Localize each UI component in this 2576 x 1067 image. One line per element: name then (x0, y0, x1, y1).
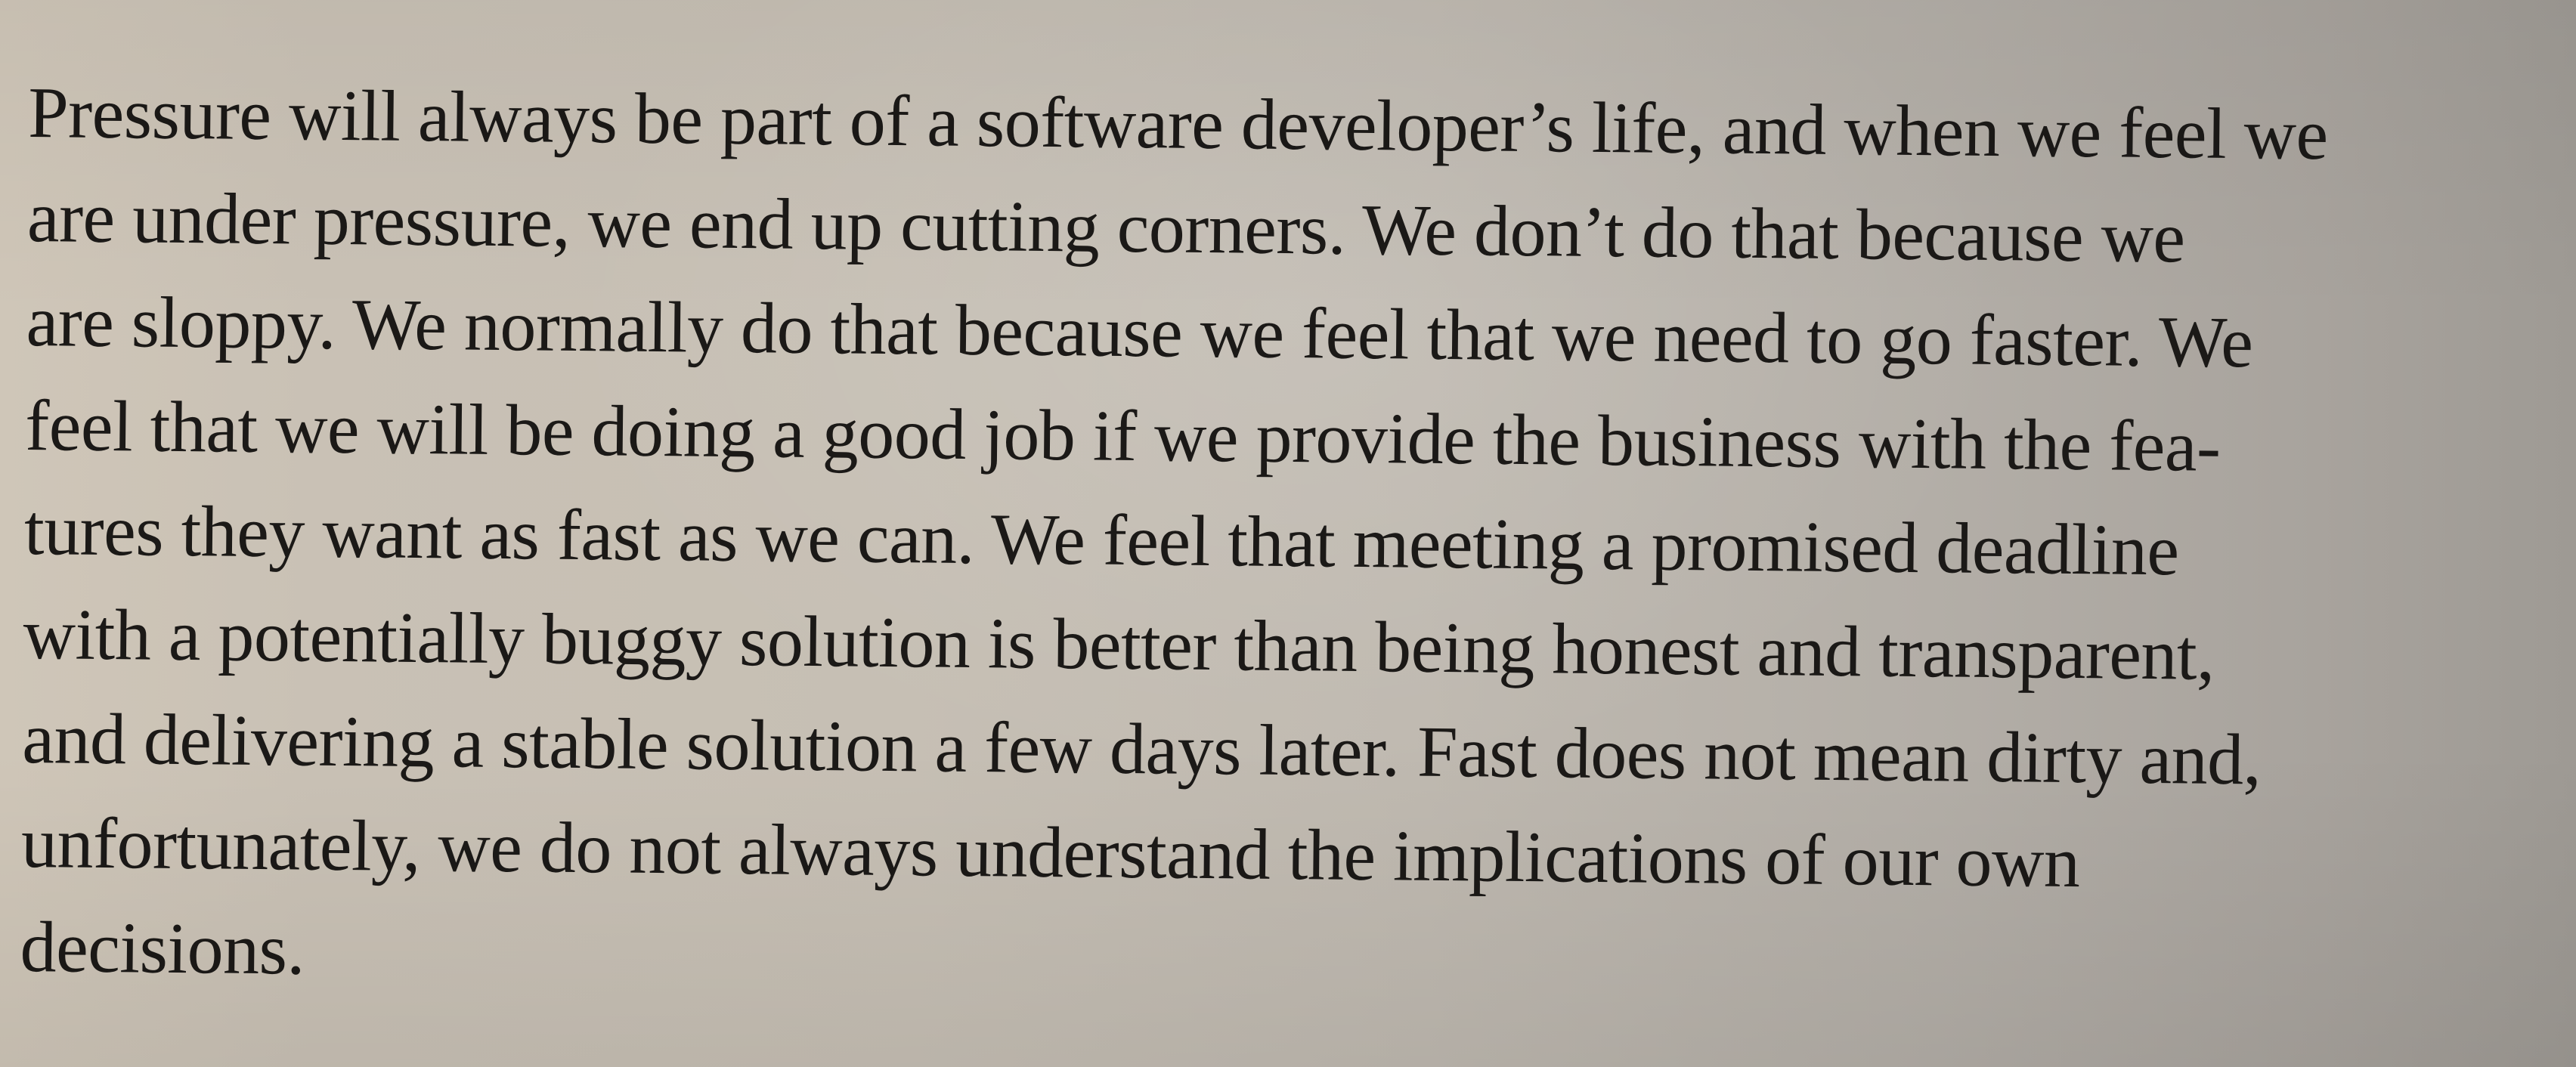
body-paragraph: Pressure will always be part of a softwa… (20, 60, 2538, 1023)
book-page: Pressure will always be part of a softwa… (0, 0, 2576, 1067)
